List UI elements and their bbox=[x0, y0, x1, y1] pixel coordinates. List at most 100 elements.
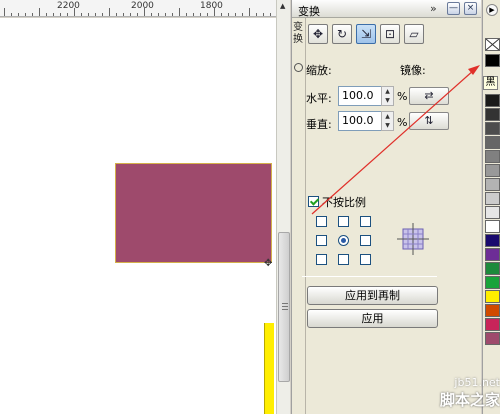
position-mode-button[interactable]: ✥ bbox=[308, 24, 328, 44]
scale-section-label: 缩放: bbox=[306, 64, 332, 77]
anchor-top-center[interactable] bbox=[338, 216, 349, 227]
apply-button[interactable]: 应用 bbox=[307, 309, 438, 328]
selected-rectangle[interactable] bbox=[115, 163, 272, 263]
mirror-section-label: 镜像: bbox=[400, 64, 426, 77]
ruler-tick bbox=[67, 13, 68, 16]
color-swatch[interactable] bbox=[485, 234, 500, 247]
ruler-tick bbox=[25, 13, 26, 16]
ruler-tick bbox=[242, 13, 243, 16]
docker-side-tab[interactable]: 变换 bbox=[292, 18, 306, 414]
side-tab-label: 变换 bbox=[293, 22, 303, 45]
vertical-label: 垂直: bbox=[306, 118, 332, 131]
color-swatch[interactable] bbox=[485, 136, 500, 149]
color-swatch[interactable] bbox=[485, 206, 500, 219]
vertical-scrollbar[interactable]: ▲ bbox=[276, 0, 290, 414]
skew-mode-button[interactable]: ▱ bbox=[404, 24, 424, 44]
rotate-mode-button[interactable]: ↻ bbox=[332, 24, 352, 44]
anchor-middle-right[interactable] bbox=[360, 235, 371, 246]
vertical-spinner[interactable]: ▲ ▼ bbox=[381, 111, 394, 131]
color-swatch[interactable] bbox=[485, 332, 500, 345]
ruler-label-2000: 2000 bbox=[131, 1, 154, 11]
grip-line bbox=[282, 309, 288, 310]
anchor-top-right[interactable] bbox=[360, 216, 371, 227]
palette-scroll-up-icon[interactable]: ▶ bbox=[486, 4, 498, 16]
resize-handle-icon[interactable]: ✥ bbox=[264, 258, 272, 269]
horizontal-mirror-button[interactable]: ⇄ bbox=[409, 87, 449, 105]
ruler-tick bbox=[18, 13, 19, 16]
ruler-tick bbox=[221, 13, 222, 16]
ruler-tick bbox=[46, 13, 47, 16]
watermark-url: jb51.net bbox=[454, 376, 500, 389]
ruler-tick bbox=[263, 13, 264, 16]
ruler-tick bbox=[193, 13, 194, 16]
color-swatch[interactable] bbox=[485, 178, 500, 191]
ruler-tick bbox=[235, 13, 236, 16]
collapse-chevron-icon[interactable]: » bbox=[430, 2, 437, 15]
color-swatch[interactable] bbox=[485, 94, 500, 107]
ruler-tick bbox=[74, 8, 75, 16]
ruler-tick bbox=[116, 13, 117, 16]
minimize-button[interactable]: — bbox=[447, 2, 460, 15]
nonproportional-label: 不按比例 bbox=[322, 196, 366, 209]
anchor-preview-icon bbox=[397, 223, 429, 255]
ruler-tick bbox=[130, 13, 131, 16]
anchor-bottom-center[interactable] bbox=[338, 254, 349, 265]
nonproportional-checkbox[interactable] bbox=[308, 196, 319, 207]
ruler-tick bbox=[214, 8, 215, 16]
color-swatch[interactable] bbox=[485, 248, 500, 261]
anchor-bottom-right[interactable] bbox=[360, 254, 371, 265]
vertical-mirror-button[interactable]: ⇅ bbox=[409, 112, 449, 130]
divider bbox=[302, 276, 437, 277]
horizontal-label: 水平: bbox=[306, 92, 332, 105]
yellow-object[interactable] bbox=[264, 323, 274, 414]
vertical-percent: % bbox=[397, 116, 408, 129]
no-color-swatch[interactable] bbox=[485, 38, 500, 51]
spin-down-icon[interactable]: ▼ bbox=[382, 121, 393, 130]
horizontal-ruler[interactable]: 2200 2000 1800 bbox=[0, 0, 276, 17]
color-swatch[interactable] bbox=[485, 290, 500, 303]
color-swatch[interactable] bbox=[485, 304, 500, 317]
drawing-canvas[interactable]: ✥ bbox=[0, 18, 276, 414]
vertical-scale-input[interactable]: 100.0 bbox=[338, 111, 382, 131]
anchor-center[interactable] bbox=[338, 235, 349, 246]
scale-mirror-mode-button[interactable]: ⇲ bbox=[356, 24, 376, 44]
color-swatch[interactable] bbox=[485, 164, 500, 177]
color-swatch[interactable] bbox=[485, 220, 500, 233]
docker-title-bar: 变换 » — × bbox=[292, 0, 481, 18]
scrollbar-thumb[interactable] bbox=[278, 232, 290, 382]
color-swatch[interactable] bbox=[485, 54, 500, 67]
color-palette: ▶ bbox=[482, 0, 500, 414]
ruler-tick bbox=[39, 8, 40, 16]
ruler-tick bbox=[270, 13, 271, 16]
scroll-up-arrow-icon[interactable]: ▲ bbox=[280, 2, 285, 10]
ruler-tick bbox=[102, 13, 103, 16]
ruler-tick bbox=[53, 13, 54, 16]
close-button[interactable]: × bbox=[464, 2, 477, 15]
apply-to-duplicate-button[interactable]: 应用到再制 bbox=[307, 286, 438, 305]
color-swatch[interactable] bbox=[485, 276, 500, 289]
spin-up-icon[interactable]: ▲ bbox=[382, 112, 393, 121]
color-swatch[interactable] bbox=[485, 192, 500, 205]
ruler-tick bbox=[88, 13, 89, 16]
anchor-top-left[interactable] bbox=[316, 216, 327, 227]
horizontal-scale-input[interactable]: 100.0 bbox=[338, 86, 382, 106]
ruler-tick bbox=[172, 13, 173, 16]
ruler-tick bbox=[228, 13, 229, 16]
spin-up-icon[interactable]: ▲ bbox=[382, 87, 393, 96]
color-swatch[interactable] bbox=[485, 262, 500, 275]
color-swatch[interactable] bbox=[485, 122, 500, 135]
spin-down-icon[interactable]: ▼ bbox=[382, 96, 393, 105]
color-swatch[interactable] bbox=[485, 150, 500, 163]
color-swatch[interactable] bbox=[485, 318, 500, 331]
color-swatch[interactable] bbox=[485, 108, 500, 121]
anchor-middle-left[interactable] bbox=[316, 235, 327, 246]
ruler-tick bbox=[165, 13, 166, 16]
horizontal-percent: % bbox=[397, 90, 408, 103]
horizontal-spinner[interactable]: ▲ ▼ bbox=[381, 86, 394, 106]
ruler-label-2200: 2200 bbox=[57, 1, 80, 11]
anchor-bottom-left[interactable] bbox=[316, 254, 327, 265]
ruler-tick bbox=[200, 13, 201, 16]
ruler-tick bbox=[158, 13, 159, 16]
ruler-tick bbox=[137, 13, 138, 16]
size-mode-button[interactable]: ⊡ bbox=[380, 24, 400, 44]
